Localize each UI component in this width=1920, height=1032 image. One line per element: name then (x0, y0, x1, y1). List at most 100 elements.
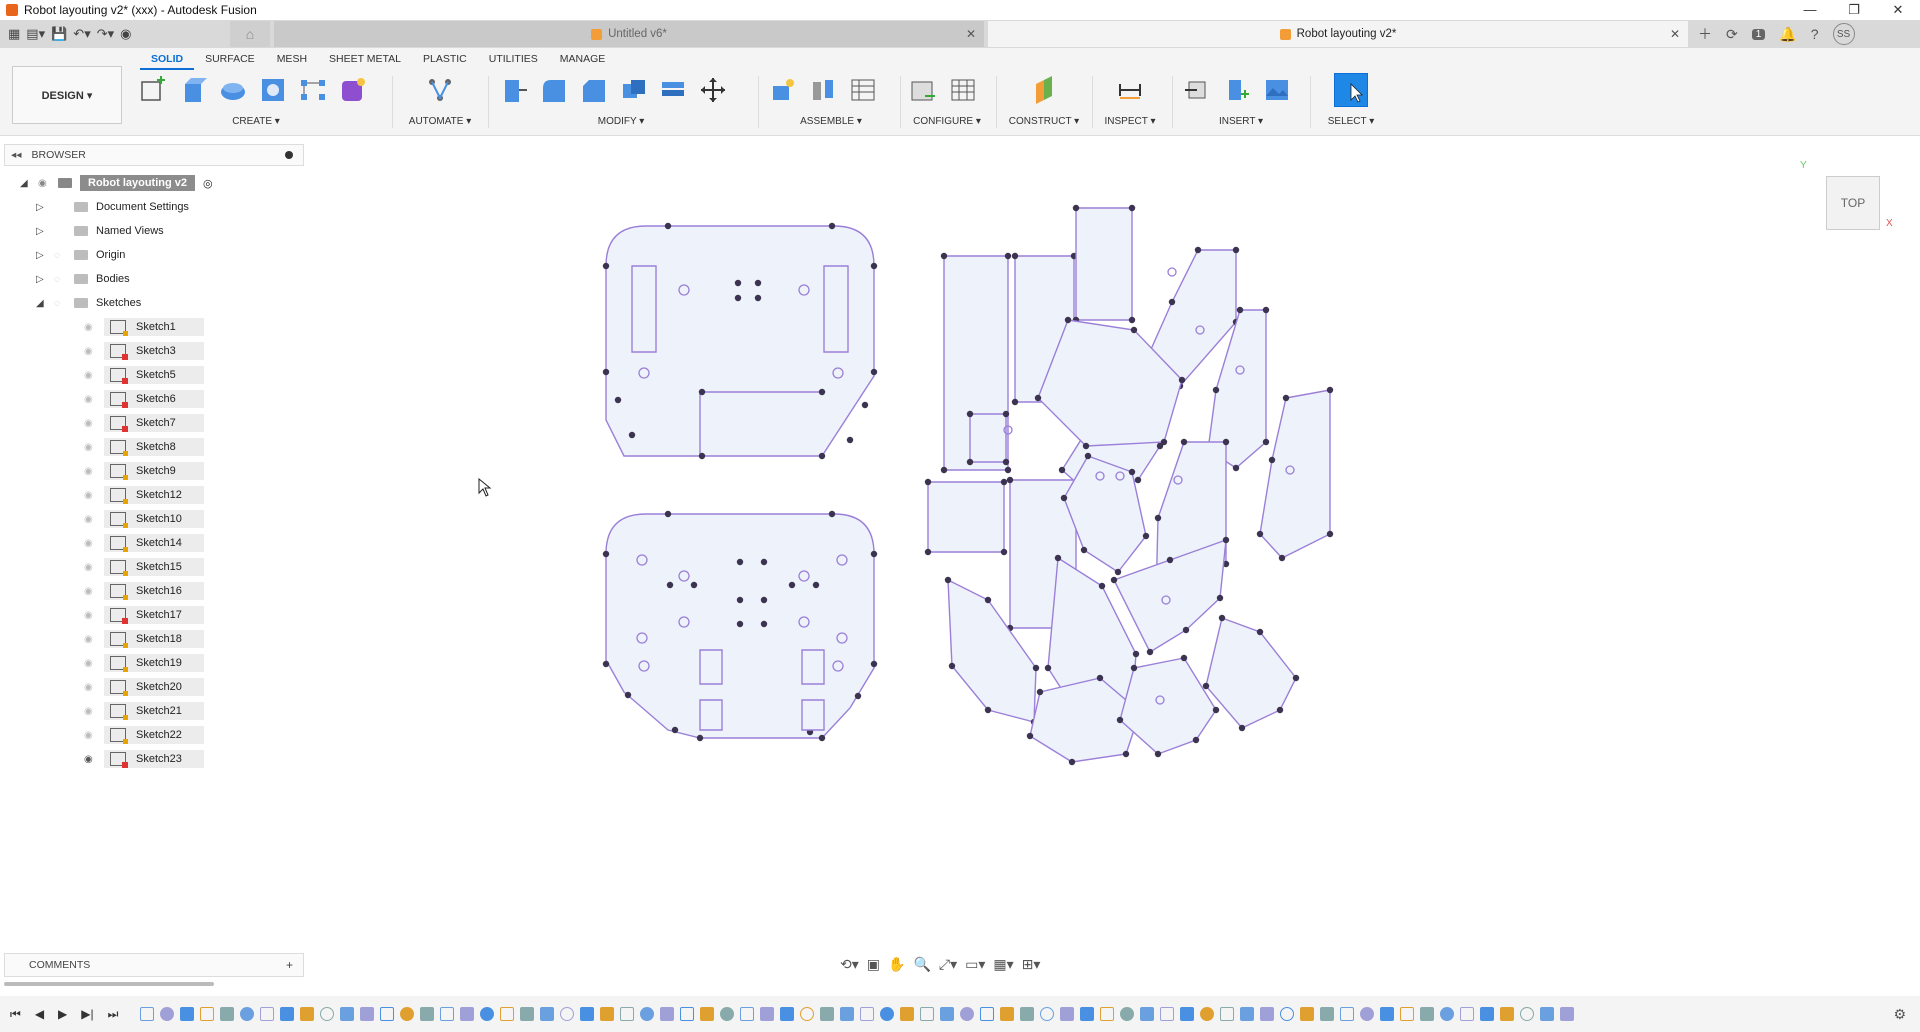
timeline-feature-icon[interactable] (1280, 1007, 1294, 1021)
foot-plate[interactable] (1119, 657, 1217, 755)
notifications-bell-icon[interactable]: 🔔 (1779, 26, 1796, 43)
browser-sketch-item[interactable]: ◉ Sketch19 (78, 652, 204, 674)
sketch-point[interactable] (614, 396, 622, 404)
close-tab-icon[interactable]: ✕ (966, 27, 976, 41)
sketch-point[interactable] (1222, 438, 1230, 446)
expand-arrow-icon[interactable]: ▷ (36, 274, 48, 285)
sketch-point[interactable] (1006, 476, 1014, 484)
sketch-point[interactable] (1098, 582, 1106, 590)
tab-mesh[interactable]: MESH (266, 52, 318, 70)
sketch-canvas[interactable] (560, 180, 1420, 880)
rect-plate[interactable] (927, 481, 1005, 553)
chamfer-icon[interactable] (576, 73, 610, 107)
sketch-point[interactable] (1262, 438, 1270, 446)
cutout[interactable] (699, 699, 723, 731)
timeline-feature-icon[interactable] (380, 1007, 394, 1021)
sketch-point[interactable] (602, 660, 610, 668)
sketch-point[interactable] (1154, 514, 1162, 522)
browser-sketch-item[interactable]: ◉ Sketch20 (78, 676, 204, 698)
timeline-feature-icon[interactable] (680, 1007, 694, 1021)
new-tab-icon[interactable]: ＋ (1698, 24, 1712, 44)
sketch-point[interactable] (1132, 650, 1140, 658)
collapse-arrow-icon[interactable]: ◢ (20, 178, 32, 189)
browser-scrollbar[interactable] (4, 982, 214, 986)
cutout[interactable] (801, 699, 825, 731)
visibility-eye-icon[interactable]: ◉ (84, 634, 98, 645)
visibility-eye-icon[interactable]: ◌ (54, 250, 68, 261)
sketch-point[interactable] (944, 576, 952, 584)
sketch-point[interactable] (1002, 458, 1010, 466)
sketch-point[interactable] (1238, 724, 1246, 732)
fillet-icon[interactable] (536, 73, 570, 107)
hole-icon[interactable] (256, 73, 290, 107)
timeline-feature-icon[interactable] (1380, 1007, 1394, 1021)
browser-sketch-item[interactable]: ◉ Sketch12 (78, 484, 204, 506)
tab-plastic[interactable]: PLASTIC (412, 52, 478, 70)
timeline-feature-icon[interactable] (1260, 1007, 1274, 1021)
collapse-arrow-icon[interactable]: ◢ (36, 298, 48, 309)
timeline-feature-icon[interactable] (520, 1007, 534, 1021)
timeline-feature-icon[interactable] (1120, 1007, 1134, 1021)
timeline-feature-icon[interactable] (540, 1007, 554, 1021)
zoom-icon[interactable]: 🔍 (913, 956, 930, 973)
sketch-point[interactable] (760, 558, 768, 566)
visibility-eye-icon[interactable]: ◉ (84, 658, 98, 669)
sketch-point[interactable] (1054, 554, 1062, 562)
sketch-point[interactable] (846, 436, 854, 444)
modify-group-label[interactable]: MODIFY ▾ (496, 116, 746, 127)
home-tab[interactable]: ⌂ (230, 21, 270, 47)
sketch-point[interactable] (628, 431, 636, 439)
timeline-feature-icon[interactable] (760, 1007, 774, 1021)
workspace-switcher[interactable]: DESIGN ▾ (12, 66, 122, 124)
visibility-eye-icon[interactable]: ◉ (84, 346, 98, 357)
sketch-point[interactable] (818, 734, 826, 742)
browser-sketch-item[interactable]: ◉ Sketch15 (78, 556, 204, 578)
timeline-feature-icon[interactable] (880, 1007, 894, 1021)
sketch-point[interactable] (966, 410, 974, 418)
visibility-eye-icon[interactable]: ◉ (84, 538, 98, 549)
browser-sketch-item[interactable]: ◉ Sketch9 (78, 460, 204, 482)
sketch-point[interactable] (1178, 376, 1186, 384)
sketch-point[interactable] (1154, 750, 1162, 758)
move-copy-icon[interactable] (696, 73, 730, 107)
bom-icon[interactable] (846, 73, 880, 107)
visibility-eye-icon[interactable]: ◉ (84, 514, 98, 525)
automate-group-label[interactable]: AUTOMATE ▾ (400, 116, 480, 127)
cutout[interactable] (801, 649, 825, 685)
sketch-point[interactable] (624, 691, 632, 699)
create-group-label[interactable]: CREATE ▾ (136, 116, 376, 127)
sketch-point[interactable] (1222, 536, 1230, 544)
browser-root[interactable]: ◢ ◉ Robot layouting v2 ◎ (20, 172, 213, 194)
browser-sketch-item[interactable]: ◉ Sketch22 (78, 724, 204, 746)
save-icon[interactable]: 💾 (51, 26, 67, 42)
timeline-feature-icon[interactable] (500, 1007, 514, 1021)
browser-sketch-item[interactable]: ◉ Sketch16 (78, 580, 204, 602)
sketch-point[interactable] (1218, 614, 1226, 622)
sketch-point[interactable] (1130, 664, 1138, 672)
timeline-feature-icon[interactable] (1000, 1007, 1014, 1021)
timeline-feature-icon[interactable] (360, 1007, 374, 1021)
timeline-feature-icon[interactable] (420, 1007, 434, 1021)
sketch-point[interactable] (1044, 664, 1052, 672)
sketch-point[interactable] (854, 692, 862, 700)
browser-sketch-item[interactable]: ◉ Sketch23 (78, 748, 204, 770)
revolve-icon[interactable] (216, 73, 250, 107)
sketch-point[interactable] (1180, 438, 1188, 446)
sketch-point[interactable] (734, 294, 742, 302)
timeline-feature-icon[interactable] (440, 1007, 454, 1021)
timeline-feature-icon[interactable] (1040, 1007, 1054, 1021)
sketch-point[interactable] (984, 596, 992, 604)
step-forward-icon[interactable]: ▶| (81, 1007, 93, 1022)
fit-icon[interactable]: ⤢▾ (939, 956, 957, 973)
timeline-feature-icon[interactable] (600, 1007, 614, 1021)
timeline-feature-icon[interactable] (160, 1007, 174, 1021)
sketch-point[interactable] (1000, 478, 1008, 486)
timeline-feature-icon[interactable] (340, 1007, 354, 1021)
sketch-point[interactable] (818, 388, 826, 396)
sketch-point[interactable] (924, 548, 932, 556)
sketch-point[interactable] (1128, 316, 1136, 324)
timeline-feature-icon[interactable] (320, 1007, 334, 1021)
timeline-feature-icon[interactable] (620, 1007, 634, 1021)
undo-icon[interactable]: ↶▾ (73, 26, 90, 42)
timeline-feature-icon[interactable] (1180, 1007, 1194, 1021)
